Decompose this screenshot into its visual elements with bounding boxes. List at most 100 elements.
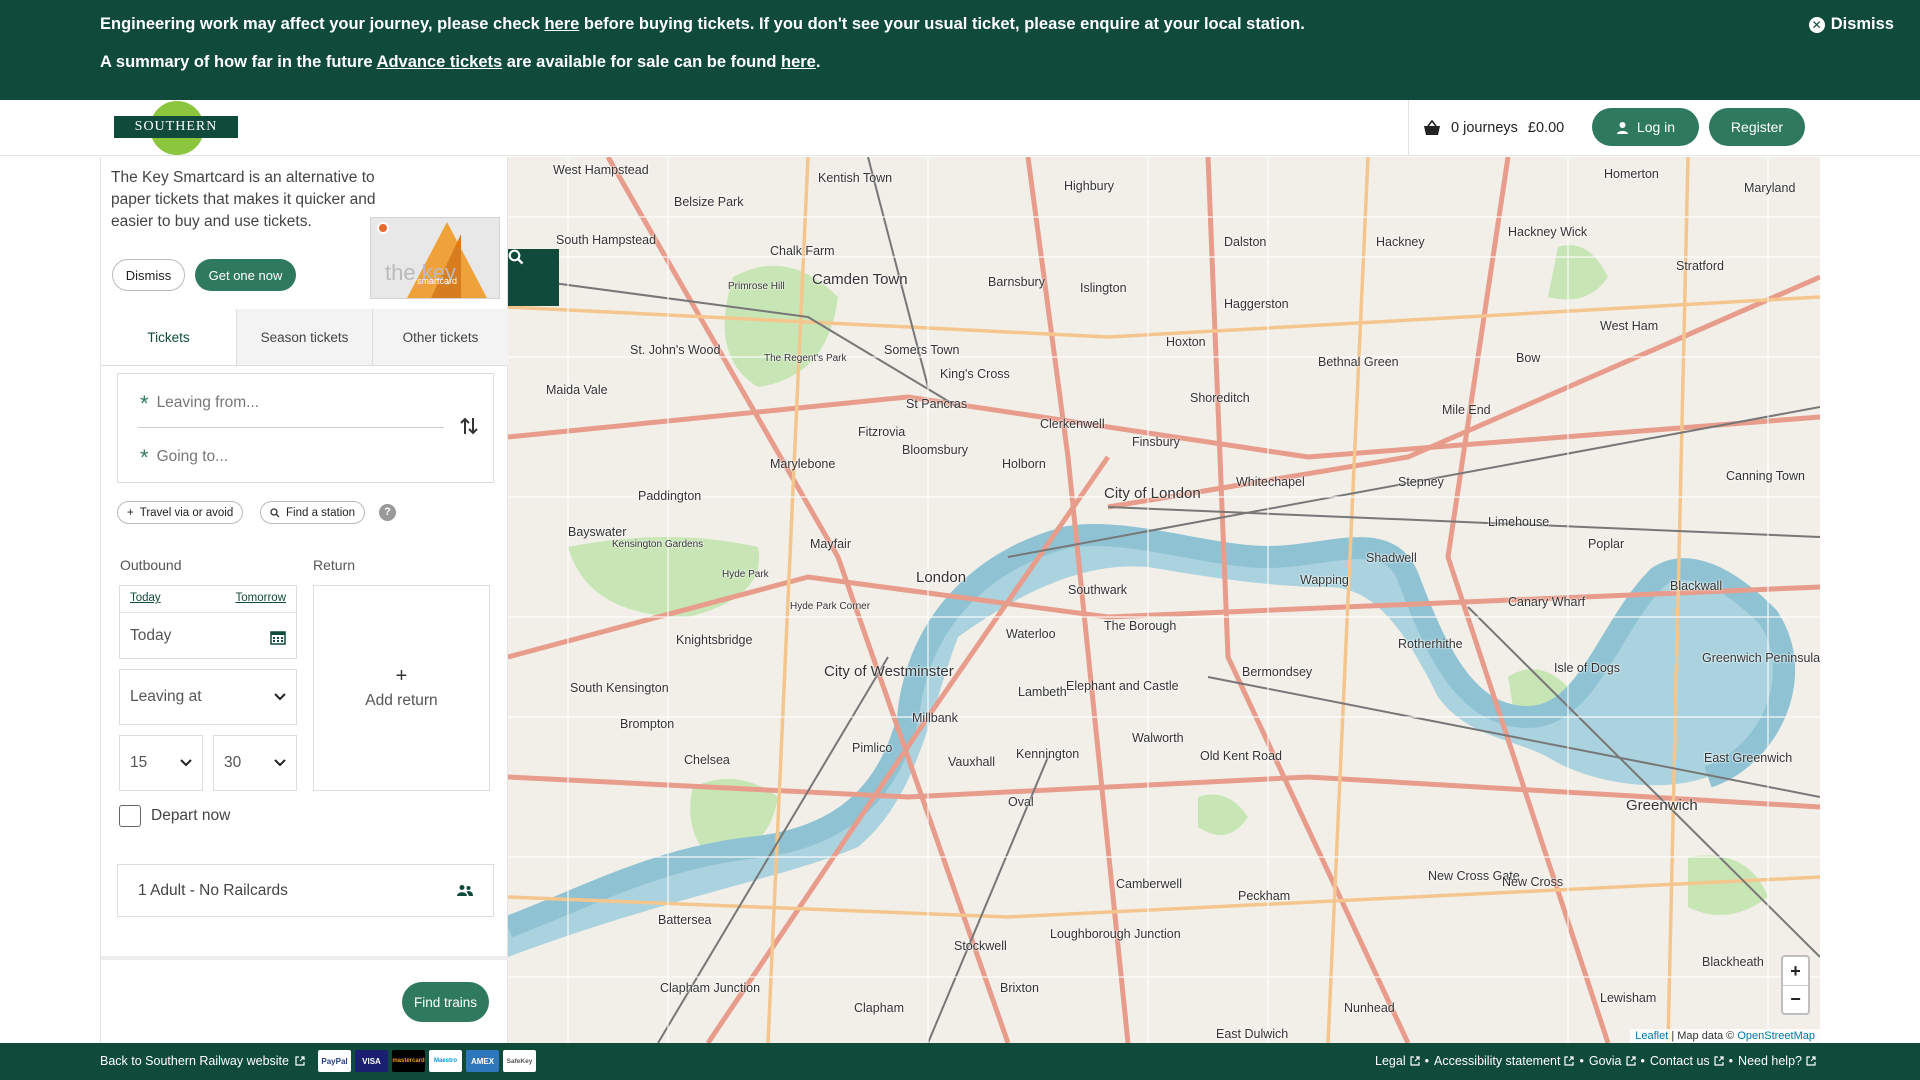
minute-select[interactable]: 30 bbox=[213, 735, 297, 791]
help-icon[interactable]: ? bbox=[379, 504, 396, 521]
map-label: Bloomsbury bbox=[902, 443, 968, 457]
logo-bar: SOUTHERN bbox=[114, 116, 238, 138]
map-label: St Pancras bbox=[906, 397, 968, 411]
map-label: Kennington bbox=[1016, 747, 1080, 761]
map-label: Hoxton bbox=[1166, 335, 1206, 349]
advance-summary-link[interactable]: here bbox=[781, 53, 816, 71]
advance-tickets-link[interactable]: Advance tickets bbox=[377, 53, 503, 71]
search-icon bbox=[270, 507, 280, 517]
map-label: Dalston bbox=[1224, 235, 1267, 249]
map-label: Battersea bbox=[658, 913, 712, 927]
calendar-icon[interactable] bbox=[270, 630, 286, 645]
map-label: East Greenwich bbox=[1704, 751, 1793, 765]
map-label: Hackney bbox=[1376, 235, 1425, 249]
map-label: Bermondsey bbox=[1242, 665, 1313, 679]
map-label: Islington bbox=[1080, 281, 1127, 295]
leaving-from-input[interactable]: * Leaving from... bbox=[140, 390, 440, 416]
minute-value: 30 bbox=[224, 754, 242, 771]
map-label: Paddington bbox=[638, 489, 702, 503]
basket-total: £0.00 bbox=[1527, 120, 1565, 136]
govia-link[interactable]: Govia bbox=[1589, 1054, 1636, 1068]
map-label: West Ham bbox=[1600, 319, 1659, 333]
map-label: Kensington Gardens bbox=[612, 539, 704, 550]
logo-text: SOUTHERN bbox=[134, 119, 218, 134]
zoom-out-button[interactable]: − bbox=[1783, 985, 1808, 1013]
contact-label: Contact us bbox=[1649, 1054, 1710, 1068]
tab-other-tickets[interactable]: Other tickets bbox=[372, 309, 508, 365]
add-return-button[interactable]: + Add return bbox=[313, 585, 490, 791]
passengers-selector[interactable]: 1 Adult - No Railcards bbox=[117, 864, 494, 917]
need-help-link[interactable]: Need help? bbox=[1738, 1054, 1816, 1068]
map-label: Stockwell bbox=[954, 939, 1007, 953]
map-label: Brompton bbox=[620, 717, 675, 731]
required-marker: * bbox=[140, 390, 149, 416]
smartcard-promo-text: The Key Smartcard is an alternative to p… bbox=[111, 169, 376, 230]
swap-stations-icon[interactable] bbox=[459, 414, 479, 438]
travel-via-button[interactable]: + Travel via or avoid bbox=[117, 501, 244, 524]
map-label: Wapping bbox=[1300, 573, 1349, 587]
map-label: Homerton bbox=[1604, 167, 1659, 181]
southern-logo[interactable]: SOUTHERN bbox=[114, 100, 238, 156]
map-label: Maryland bbox=[1744, 181, 1796, 195]
tomorrow-link[interactable]: Tomorrow bbox=[236, 592, 286, 604]
separator: • bbox=[1728, 1054, 1734, 1068]
map-label: The Borough bbox=[1104, 619, 1177, 633]
map-label: Mayfair bbox=[810, 537, 851, 551]
legal-link[interactable]: Legal bbox=[1375, 1054, 1420, 1068]
date-divider bbox=[120, 612, 296, 613]
external-link-icon bbox=[295, 1056, 305, 1066]
map-label: South Hampstead bbox=[556, 233, 657, 247]
map-label: Clapham bbox=[854, 1001, 905, 1015]
return-label: Return bbox=[313, 557, 356, 573]
map-label: Stratford bbox=[1676, 259, 1724, 273]
login-button[interactable]: Log in bbox=[1592, 108, 1699, 146]
map-label: Belsize Park bbox=[674, 195, 744, 209]
back-to-southern-link[interactable]: Back to Southern Railway website bbox=[100, 1054, 305, 1068]
map-label: Holborn bbox=[1002, 457, 1046, 471]
accessibility-link[interactable]: Accessibility statement bbox=[1434, 1054, 1575, 1068]
contact-link[interactable]: Contact us bbox=[1650, 1054, 1724, 1068]
map-label: New Cross bbox=[1502, 875, 1564, 889]
map-label: Bethnal Green bbox=[1318, 355, 1399, 369]
plus-icon: + bbox=[127, 506, 134, 519]
tab-season-tickets[interactable]: Season tickets bbox=[236, 309, 372, 365]
leaflet-link[interactable]: Leaflet bbox=[1635, 1030, 1668, 1042]
engineering-info-link[interactable]: here bbox=[544, 15, 579, 33]
depart-now-checkbox[interactable] bbox=[119, 805, 141, 827]
banner-dismiss-button[interactable]: ✕ Dismiss bbox=[1808, 15, 1894, 34]
map-label: Maida Vale bbox=[546, 383, 608, 397]
separator: • bbox=[1640, 1054, 1645, 1068]
map-label: Mile End bbox=[1442, 403, 1491, 417]
map-label: Waterloo bbox=[1006, 627, 1056, 641]
find-station-button[interactable]: Find a station bbox=[260, 501, 366, 524]
map-label: Camden Town bbox=[812, 271, 908, 288]
time-mode-select[interactable]: Leaving at bbox=[119, 669, 297, 725]
map-label: Millbank bbox=[912, 711, 958, 725]
banner-text: Engineering work may affect your journey… bbox=[100, 15, 545, 33]
today-link[interactable]: Today bbox=[130, 592, 161, 604]
visa-icon: VISA bbox=[355, 1050, 388, 1072]
get-smartcard-button[interactable]: Get one now bbox=[195, 259, 296, 291]
field-divider bbox=[138, 427, 444, 428]
map-label: Blackheath bbox=[1702, 955, 1764, 969]
map-label: King's Cross bbox=[940, 367, 1010, 381]
card-sub-text: smartcard bbox=[417, 276, 458, 286]
hour-value: 15 bbox=[130, 754, 148, 771]
going-to-input[interactable]: * Going to... bbox=[140, 444, 440, 470]
find-trains-button[interactable]: Find trains bbox=[402, 982, 489, 1022]
tab-tickets[interactable]: Tickets bbox=[101, 309, 236, 365]
hour-select[interactable]: 15 bbox=[119, 735, 203, 791]
map-label: Rotherhithe bbox=[1398, 637, 1463, 651]
outbound-label: Outbound bbox=[120, 557, 182, 573]
promo-dismiss-button[interactable]: Dismiss bbox=[112, 259, 185, 291]
map-view[interactable]: West Hampstead Kentish Town Homerton Mar… bbox=[508, 157, 1820, 1043]
find-station-label: Find a station bbox=[286, 506, 356, 519]
outbound-date-input[interactable]: Today bbox=[130, 627, 171, 645]
basket-summary[interactable]: 0 journeys £0.00 bbox=[1408, 100, 1564, 156]
map-search-button[interactable] bbox=[508, 249, 559, 306]
map-label: Chalk Farm bbox=[770, 244, 835, 258]
zoom-in-button[interactable]: + bbox=[1783, 957, 1808, 985]
mastercard-icon: mastercard bbox=[392, 1050, 425, 1072]
openstreetmap-link[interactable]: OpenStreetMap bbox=[1737, 1030, 1815, 1042]
register-button[interactable]: Register bbox=[1709, 108, 1805, 146]
